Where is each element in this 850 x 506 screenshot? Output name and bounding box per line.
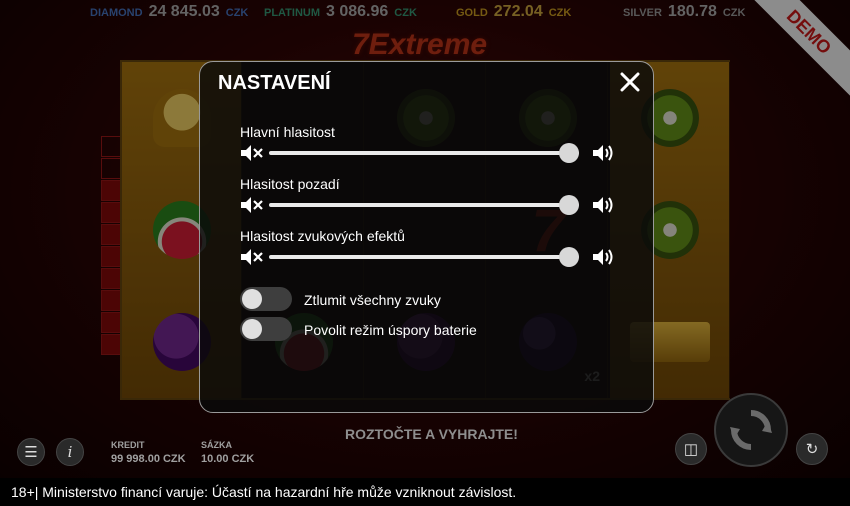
background-volume-label: Hlasitost pozadí — [240, 176, 340, 192]
autoplay-button[interactable]: ↻ — [796, 433, 828, 465]
bet-selector-button[interactable]: ◫ — [675, 433, 707, 465]
slider-thumb[interactable] — [559, 247, 579, 267]
toggle-knob — [242, 289, 262, 309]
credit-label: KREDIT — [111, 440, 145, 450]
bet-label: SÁZKA — [201, 440, 232, 450]
slider-thumb[interactable] — [559, 195, 579, 215]
spin-button[interactable] — [714, 393, 788, 467]
battery-saver-toggle[interactable] — [240, 317, 292, 341]
mute-all-toggle[interactable] — [240, 287, 292, 311]
speaker-loud-icon[interactable] — [592, 247, 616, 267]
status-message: ROZTOČTE A VYHRAJTE! — [345, 426, 518, 442]
effects-volume-slider[interactable] — [269, 247, 579, 267]
speaker-loud-icon[interactable] — [592, 143, 616, 163]
effects-volume-label: Hlasitost zvukových efektů — [240, 228, 405, 244]
autoplay-icon: ↻ — [805, 441, 819, 458]
master-volume-label: Hlavní hlasitost — [240, 124, 335, 140]
coins-icon: ◫ — [683, 441, 699, 458]
toggle-knob — [242, 319, 262, 339]
speaker-loud-icon[interactable] — [592, 195, 616, 215]
dialog-title: NASTAVENÍ — [218, 72, 331, 94]
speaker-mute-icon[interactable] — [240, 248, 264, 266]
spin-icon — [730, 410, 772, 450]
background-volume-slider[interactable] — [269, 195, 579, 215]
info-button[interactable]: i — [56, 438, 84, 466]
info-icon: i — [67, 443, 73, 461]
slider-thumb[interactable] — [559, 143, 579, 163]
credit-value: 99 998.00 CZK — [111, 453, 186, 465]
settings-dialog: NASTAVENÍ Hlavní hlasitost Hlasitost poz… — [199, 61, 654, 413]
master-volume-slider[interactable] — [269, 143, 579, 163]
hamburger-icon: ☰ — [24, 444, 38, 461]
close-icon[interactable] — [619, 71, 641, 93]
gambling-warning: 18+| Ministerstvo financí varuje: Účastí… — [0, 478, 850, 506]
bet-value: 10.00 CZK — [201, 453, 255, 465]
mute-all-label: Ztlumit všechny zvuky — [304, 292, 441, 308]
menu-button[interactable]: ☰ — [17, 438, 45, 466]
speaker-mute-icon[interactable] — [240, 144, 264, 162]
speaker-mute-icon[interactable] — [240, 196, 264, 214]
battery-saver-label: Povolit režim úspory baterie — [304, 322, 477, 338]
